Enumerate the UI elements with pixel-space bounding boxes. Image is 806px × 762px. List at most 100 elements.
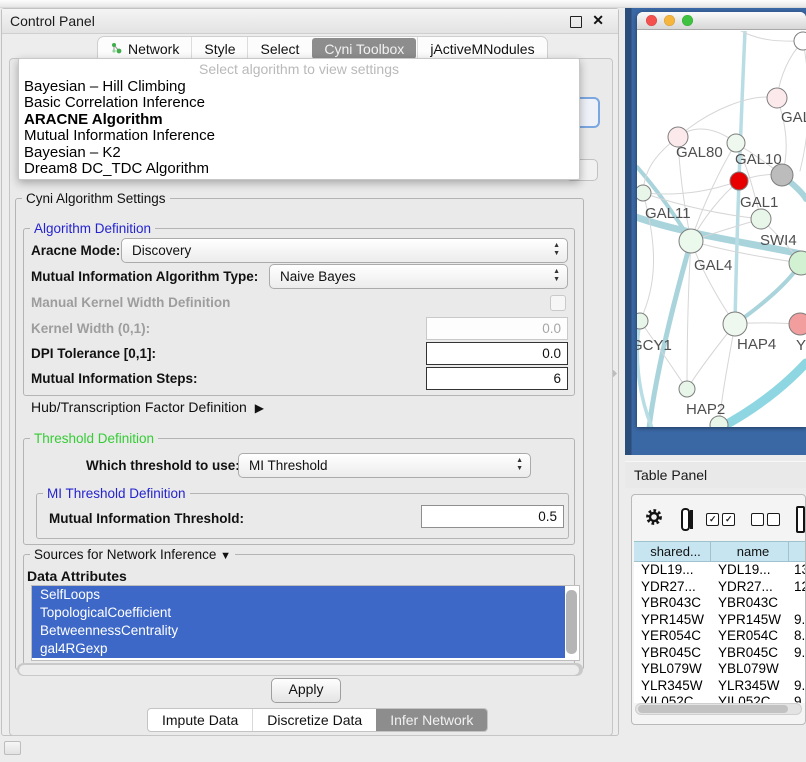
manual-kernel-checkbox xyxy=(550,295,566,311)
expander-arrow-icon: ▶ xyxy=(255,401,264,415)
table-cell: 9. xyxy=(789,645,806,662)
tab-cyni-toolbox[interactable]: Cyni Toolbox xyxy=(312,38,416,59)
dropdown-item-bayesian-hill-climbing[interactable]: Bayesian – Hill Climbing xyxy=(19,79,579,95)
mi-threshold-field[interactable]: 0.5 xyxy=(421,505,564,528)
dropdown-item-basic-correlation-inference[interactable]: Basic Correlation Inference xyxy=(19,95,579,111)
bottom-tab-infer-network[interactable]: Infer Network xyxy=(376,709,487,731)
table-cell: 12 xyxy=(789,579,806,596)
algorithm-dropdown-popup: Select algorithm to view settings Bayesi… xyxy=(18,58,580,180)
bottom-tabbar: Impute DataDiscretize DataInfer Network xyxy=(147,708,488,732)
table-cell: YIL052C xyxy=(634,694,711,703)
apply-button[interactable]: Apply xyxy=(271,678,341,703)
dropdown-item-aracne-algorithm[interactable]: ARACNE Algorithm xyxy=(19,112,579,128)
table-cell: YLR345W xyxy=(711,678,789,695)
minimize-traffic-light-icon[interactable] xyxy=(664,15,675,26)
table-horizontal-scrollbar[interactable] xyxy=(635,703,802,715)
table-cell: YPR145W xyxy=(711,612,789,629)
hub-definition-expander[interactable]: Hub/Transcription Factor Definition▶ xyxy=(31,399,264,415)
table-cell: YER054C xyxy=(634,628,711,645)
table-row[interactable]: YDL19...YDL19...13 xyxy=(634,562,806,579)
attribute-item-selfloops[interactable]: SelfLoops xyxy=(32,586,565,604)
network-edge xyxy=(800,41,806,171)
table-row[interactable]: YPR145WYPR145W9. xyxy=(634,612,806,629)
table-row[interactable]: YDR27...YDR27...12 xyxy=(634,579,806,596)
tab-style[interactable]: Style xyxy=(191,37,247,60)
node-gal10[interactable] xyxy=(727,134,745,152)
mi-threshold-group-title: MI Threshold Definition xyxy=(43,486,190,501)
manual-kernel-label: Manual Kernel Width Definition xyxy=(31,295,230,310)
dropdown-item-mutual-information-inference[interactable]: Mutual Information Inference xyxy=(19,128,579,144)
table-row[interactable]: YER054CYER054C8. xyxy=(634,628,806,645)
attribute-item-topologicalcoefficient[interactable]: TopologicalCoefficient xyxy=(32,604,565,622)
node-hap4[interactable] xyxy=(723,312,747,336)
node-label-gal10: GAL10 xyxy=(735,151,782,168)
table-row[interactable]: YLR345WYLR345W9. xyxy=(634,678,806,695)
deselect-all-columns-icon[interactable] xyxy=(751,513,780,526)
bottom-tab-discretize-data[interactable]: Discretize Data xyxy=(252,709,376,731)
table-panel: ✓✓ shared...name YDL19...YDL19...13YDR27… xyxy=(631,494,806,725)
float-icon[interactable] xyxy=(570,16,582,28)
gear-icon[interactable] xyxy=(644,507,664,532)
table-header-row: shared...name xyxy=(634,541,806,562)
attributes-scrollbar[interactable] xyxy=(566,590,577,654)
table-cell: 9. xyxy=(789,678,806,695)
table-cell: YBL079W xyxy=(634,661,711,678)
table-file-icon[interactable] xyxy=(796,506,805,533)
node-label-gal4: GAL4 xyxy=(694,257,732,274)
which-threshold-value: MI Threshold xyxy=(249,458,328,473)
mi-type-combo[interactable]: Naive Bayes ▲▼ xyxy=(269,264,568,289)
bottom-tab-impute-data[interactable]: Impute Data xyxy=(148,709,252,731)
table-row[interactable]: YBR045CYBR045C9. xyxy=(634,645,806,662)
network-window-titlebar[interactable] xyxy=(637,12,806,30)
close-icon[interactable]: ✕ xyxy=(592,12,604,29)
select-all-columns-icon[interactable]: ✓✓ xyxy=(706,513,735,526)
node-red[interactable] xyxy=(730,172,748,190)
tab-jactivemnodules[interactable]: jActiveMNodules xyxy=(417,37,546,60)
table-row[interactable]: YIL052CYIL052C9 xyxy=(634,694,806,703)
node-gal7[interactable] xyxy=(767,88,787,108)
settings-horizontal-scrollbar[interactable] xyxy=(17,663,583,676)
node-white-top[interactable] xyxy=(794,32,806,50)
dropdown-item-list: Bayesian – Hill ClimbingBasic Correlatio… xyxy=(19,79,579,177)
dropdown-item-bayesian-k2[interactable]: Bayesian – K2 xyxy=(19,145,579,161)
hscroll-thumb[interactable] xyxy=(19,665,579,675)
column-header-shared[interactable]: shared... xyxy=(634,542,711,561)
node-gal1[interactable] xyxy=(751,209,771,229)
attribute-item-gal4rgexp[interactable]: gal4RGexp xyxy=(32,640,565,658)
tab-network[interactable]: Network xyxy=(98,37,191,60)
node-label-hap2: HAP2 xyxy=(686,401,725,418)
sources-title-text: Sources for Network Inference xyxy=(34,547,216,562)
node-gal11[interactable] xyxy=(637,185,651,201)
attribute-item-betweennesscentrality[interactable]: BetweennessCentrality xyxy=(32,622,565,640)
close-traffic-light-icon[interactable] xyxy=(646,15,657,26)
aracne-mode-label: Aracne Mode: xyxy=(31,243,120,258)
column-header-name[interactable]: name xyxy=(711,542,789,561)
collapse-arrow-icon: ▼ xyxy=(220,550,231,562)
spinner-arrows-icon: ▲▼ xyxy=(553,268,560,284)
table-hscroll-thumb[interactable] xyxy=(638,705,788,713)
node-gal4[interactable] xyxy=(679,229,703,253)
aracne-mode-combo[interactable]: Discovery ▲▼ xyxy=(121,238,568,263)
cyni-algorithm-settings-title: Cyni Algorithm Settings xyxy=(22,191,170,206)
table-cell: YBR043C xyxy=(711,595,789,612)
column-header-partial[interactable] xyxy=(789,542,806,561)
dpi-tolerance-field[interactable]: 0.0 xyxy=(426,342,568,365)
sources-group-title[interactable]: Sources for Network Inference ▼ xyxy=(30,547,235,562)
table-row[interactable]: YBR043CYBR043C xyxy=(634,595,806,612)
node-hap2[interactable] xyxy=(679,381,695,397)
mi-steps-field[interactable]: 6 xyxy=(426,367,568,390)
tab-select[interactable]: Select xyxy=(247,37,311,60)
split-view-icon[interactable] xyxy=(681,508,690,531)
table-row[interactable]: YBL079WYBL079W xyxy=(634,661,806,678)
node-salmon[interactable] xyxy=(789,313,806,335)
dropdown-item-dream8-dc-tdc-algorithm[interactable]: Dream8 DC_TDC Algorithm xyxy=(19,161,579,177)
network-canvas[interactable]: GAL80GAL10GAL7GAL1GAL11SWI4GAL4GCY1HAP4Y… xyxy=(637,31,806,427)
node-gcy1[interactable] xyxy=(637,313,648,329)
zoom-traffic-light-icon[interactable] xyxy=(682,15,693,26)
which-threshold-combo[interactable]: MI Threshold ▲▼ xyxy=(238,453,531,478)
tab-label: Cyni Toolbox xyxy=(324,39,404,59)
kernel-width-field: 0.0 xyxy=(426,317,568,340)
minimized-panel-icon[interactable] xyxy=(4,741,21,755)
tab-label: Network xyxy=(128,38,179,60)
network-icon xyxy=(110,42,123,55)
